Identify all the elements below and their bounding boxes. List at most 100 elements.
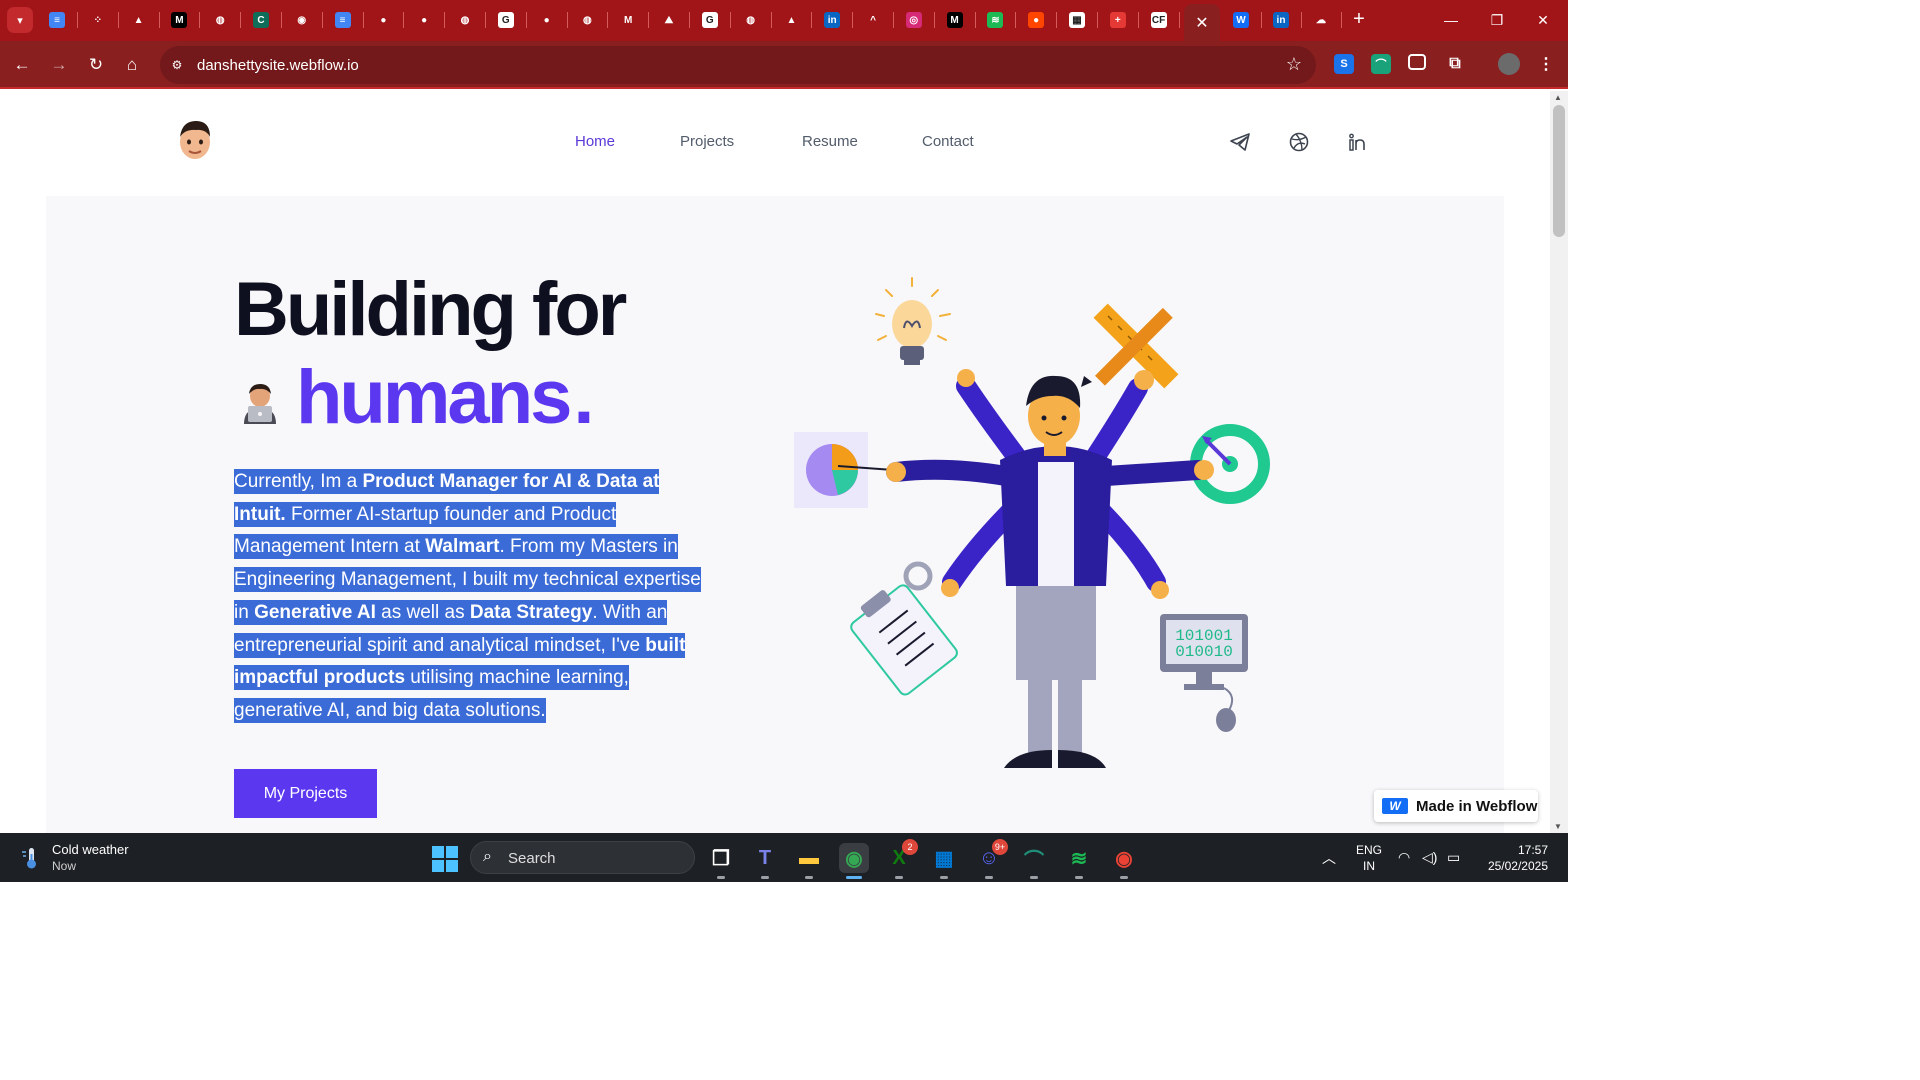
app-glyph: ≋ — [1070, 847, 1088, 870]
browser-tab[interactable]: G — [494, 8, 527, 32]
bookmark-star-icon[interactable]: ☆ — [1286, 54, 1302, 75]
browser-tab[interactable]: M — [943, 8, 976, 32]
pie-chart-board-icon — [794, 432, 895, 508]
linkedin-icon[interactable] — [1347, 131, 1369, 153]
discord-icon[interactable]: ☺ 9+ — [974, 839, 1008, 879]
store-icon[interactable]: ▦ — [929, 843, 959, 879]
browser-tab[interactable]: M — [616, 8, 650, 32]
active-tab-close-button[interactable]: ✕ — [1184, 4, 1220, 41]
browser-tab[interactable]: C — [249, 8, 282, 32]
browser-tab[interactable]: ≡ — [45, 8, 78, 32]
close-window-button[interactable]: ✕ — [1520, 6, 1566, 34]
restore-button[interactable]: ❐ — [1474, 6, 1520, 34]
reload-button[interactable]: ↻ — [84, 53, 108, 77]
my-projects-button[interactable]: My Projects — [234, 769, 377, 818]
text-run: Currently, Im a — [234, 471, 363, 492]
browser-tab[interactable]: ☁ — [1309, 8, 1342, 32]
new-tab-button[interactable]: + — [1348, 8, 1370, 30]
browser-tab[interactable]: ^ — [861, 8, 894, 32]
selected-text: Currently, Im a Product Manager for AI &… — [234, 469, 701, 723]
browser-tab[interactable]: G — [698, 8, 731, 32]
tab-search-button[interactable]: ▾ — [7, 7, 33, 33]
app-glyph: ▦ — [934, 847, 954, 870]
home-button[interactable]: ⌂ — [120, 53, 144, 77]
wifi-icon[interactable]: ◠ — [1398, 849, 1410, 866]
browser-tab[interactable]: ● — [535, 8, 568, 32]
scroll-thumb[interactable] — [1553, 105, 1565, 237]
battery-icon[interactable]: ▭ — [1447, 849, 1460, 866]
browser-tab[interactable]: ≋ — [983, 8, 1017, 32]
nav-resume[interactable]: Resume — [802, 133, 858, 150]
page-scrollbar[interactable]: ▲ ▼ — [1550, 91, 1568, 833]
browser-tab[interactable]: ◍ — [739, 8, 772, 32]
running-indicator — [940, 876, 948, 879]
webflow-logo-icon: W — [1382, 798, 1408, 814]
address-bar[interactable]: ⚙ danshettysite.webflow.io ☆ — [160, 46, 1316, 84]
back-button[interactable]: ← — [10, 53, 34, 77]
arc-browser-icon[interactable]: ⌒ — [1019, 843, 1049, 879]
clock[interactable]: 17:57 25/02/2025 — [1480, 842, 1548, 874]
dribbble-icon[interactable] — [1288, 131, 1310, 153]
browser-tab[interactable]: M — [167, 8, 201, 32]
browser-tab[interactable]: ● — [371, 8, 405, 32]
scroll-down-arrow-icon[interactable]: ▼ — [1554, 822, 1562, 831]
minimize-button[interactable]: — — [1428, 6, 1474, 34]
extension-window-icon[interactable] — [1408, 54, 1426, 70]
nav-contact[interactable]: Contact — [922, 133, 974, 150]
profile-avatar[interactable] — [1498, 53, 1520, 75]
url-text[interactable]: danshettysite.webflow.io — [197, 57, 359, 74]
made-in-webflow-badge[interactable]: W Made in Webflow — [1374, 790, 1538, 822]
thermometer-weather-icon[interactable] — [20, 846, 42, 870]
teams-icon[interactable]: T — [750, 843, 780, 879]
browser-tab[interactable]: + — [1106, 8, 1139, 32]
person-figure — [886, 369, 1214, 768]
nav-projects[interactable]: Projects — [680, 133, 734, 150]
site-info-icon[interactable]: ⚙ — [168, 56, 186, 74]
browser-tab[interactable]: W — [1229, 8, 1262, 32]
medium-icon: M — [946, 12, 963, 28]
browser-tab[interactable]: ◍ — [453, 8, 486, 32]
browser-tab[interactable]: CF — [1147, 8, 1180, 32]
nav-home[interactable]: Home — [575, 133, 615, 150]
browser-tab[interactable]: in — [820, 8, 854, 32]
taskbar-search[interactable]: ⌕ Search — [470, 841, 695, 874]
running-indicator — [805, 876, 813, 879]
browser-tab[interactable]: ⛰ — [657, 8, 690, 32]
extension-s-icon[interactable]: S — [1334, 54, 1354, 74]
headline-dot: . — [573, 355, 594, 440]
scroll-up-arrow-icon[interactable]: ▲ — [1554, 93, 1562, 102]
browser-tab[interactable]: ⁘ — [86, 8, 119, 32]
language-indicator[interactable]: ENG IN — [1356, 842, 1382, 874]
browser-tab[interactable]: ≡ — [331, 8, 364, 32]
xbox-icon[interactable]: X2 — [884, 839, 918, 879]
browser-tab[interactable]: ◉ — [290, 8, 323, 32]
globe-icon: ◍ — [579, 12, 596, 28]
weather-title[interactable]: Cold weather — [52, 842, 129, 857]
extensions-puzzle-icon[interactable]: ⧉ — [1445, 54, 1465, 74]
browser-tab[interactable]: ▦ — [1065, 8, 1098, 32]
forward-button[interactable]: → — [47, 53, 71, 77]
browser-tab[interactable]: ◍ — [208, 8, 242, 32]
volume-icon[interactable]: ◁) — [1422, 849, 1437, 866]
browser-tab[interactable]: ◍ — [575, 8, 609, 32]
chrome-profile-icon[interactable]: ◉ — [1109, 843, 1139, 879]
file-explorer-icon[interactable]: ▬ — [794, 843, 824, 879]
chrome-icon[interactable]: ◉ — [839, 843, 869, 879]
browser-tab[interactable]: ◎ — [902, 8, 935, 32]
text-run: as well as — [375, 601, 470, 623]
telegram-icon[interactable] — [1229, 131, 1251, 153]
chrome-menu-icon[interactable]: ⋮ — [1536, 54, 1556, 74]
browser-tab[interactable]: ▲ — [127, 8, 160, 32]
browser-tab[interactable]: in — [1269, 8, 1302, 32]
browser-tab[interactable]: ▲ — [779, 8, 813, 32]
show-hidden-icons-chevron-icon[interactable]: ︿ — [1322, 848, 1336, 868]
start-button[interactable] — [432, 846, 458, 872]
task-view-icon[interactable]: ❐ — [706, 843, 736, 879]
notification-badge: 2 — [902, 839, 918, 855]
browser-tab[interactable]: ● — [412, 8, 446, 32]
spotify-icon[interactable]: ≋ — [1064, 843, 1094, 879]
browser-tab[interactable]: ● — [1024, 8, 1058, 32]
extension-arc-icon[interactable]: ⌒ — [1371, 54, 1391, 74]
plus-red-icon: + — [1109, 12, 1126, 28]
memoji-logo[interactable] — [176, 117, 214, 161]
